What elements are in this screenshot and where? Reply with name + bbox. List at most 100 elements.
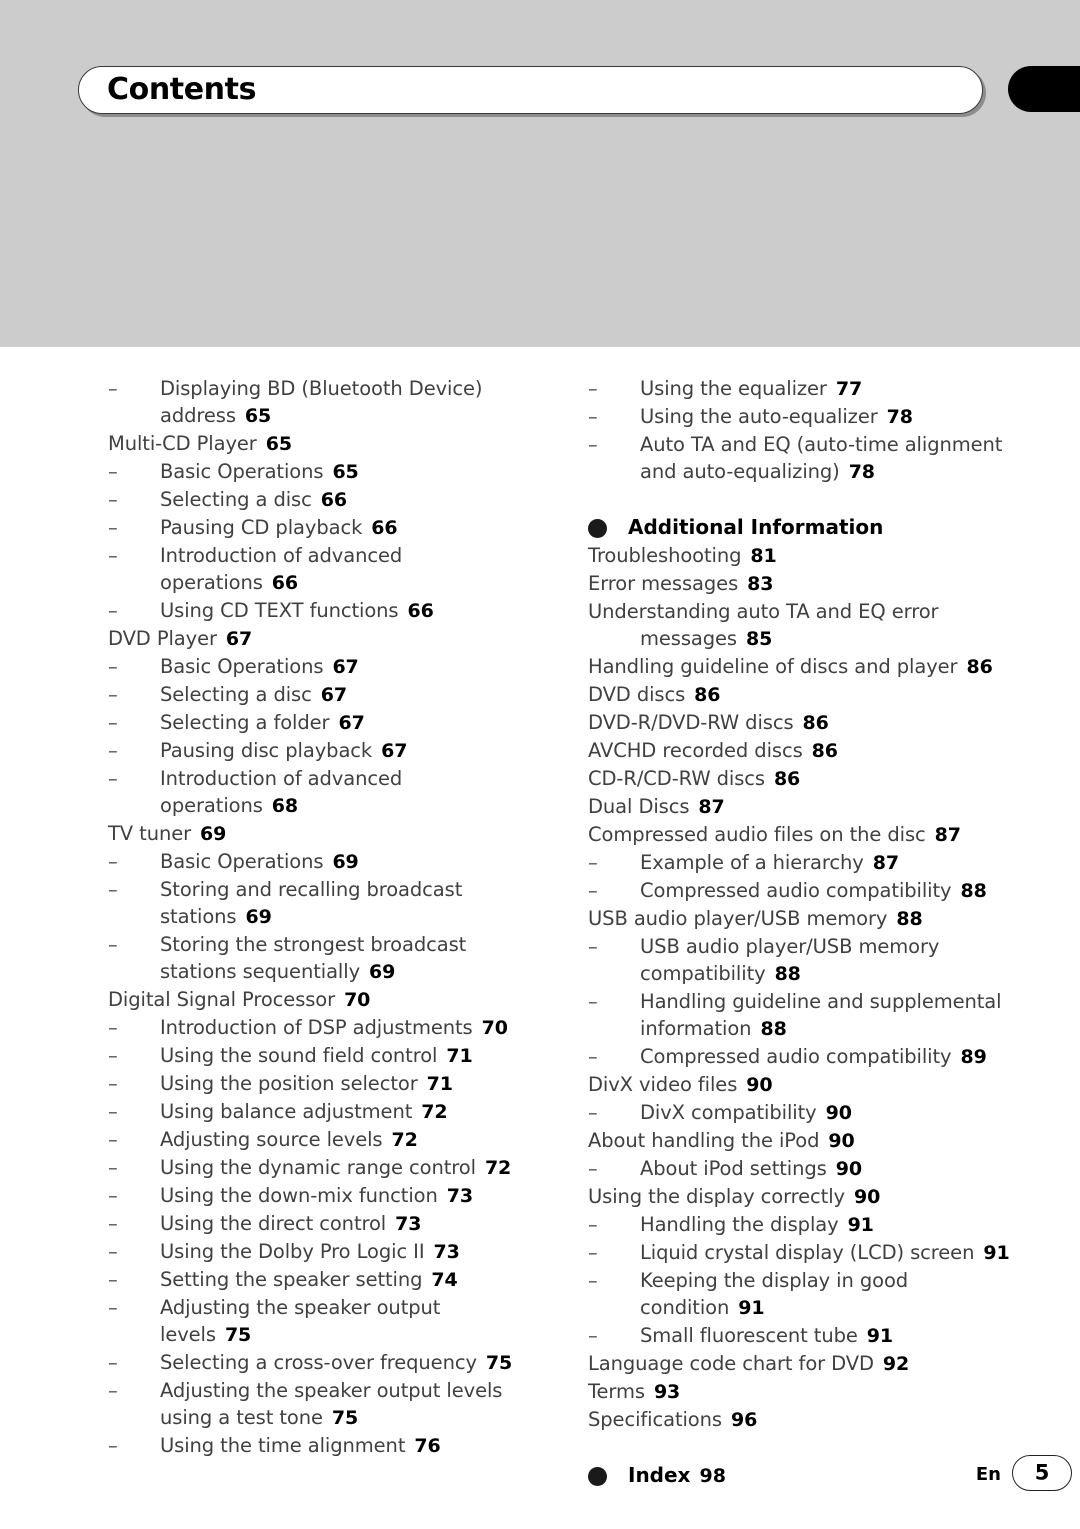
toc-entry-page: 78 [886, 406, 913, 428]
toc-entry: TV tuner 69 [108, 820, 558, 848]
dash-icon: – [108, 1072, 118, 1095]
toc-section-heading: Additional Information [588, 512, 1038, 542]
toc-entry-label: Using the equalizer [640, 377, 827, 400]
toc-entry-label: Basic Operations [160, 460, 324, 483]
toc-entry-page: 65 [244, 405, 272, 427]
toc-entry-label: Using the position selector [160, 1072, 418, 1095]
toc-entry-label: Selecting a disc [160, 488, 312, 511]
toc-sub-entry: – Using CD TEXT functions 66 [108, 597, 558, 625]
toc-entry: DVD Player 67 [108, 625, 558, 653]
toc-entry-page: 70 [344, 989, 371, 1011]
toc-entry-page: 73 [433, 1241, 460, 1263]
toc-entry-label: Using CD TEXT functions [160, 599, 399, 622]
toc-entry-label: DVD discs [588, 683, 686, 706]
toc-entry-label: Storing and recalling broadcast [160, 878, 463, 901]
toc-entry-page: 70 [481, 1017, 508, 1039]
toc-entry-page: 72 [391, 1129, 418, 1151]
toc-entry-label: USB audio player/USB memory [640, 935, 940, 958]
dash-icon: – [108, 739, 118, 762]
toc-entry-continuation: compatibility 88 [588, 960, 1038, 988]
toc-entry-label: TV tuner [108, 822, 192, 845]
toc-sub-entry: – Pausing CD playback 66 [108, 514, 558, 542]
toc-sub-entry: – Using the direct control 73 [108, 1210, 558, 1238]
toc-entry: Troubleshooting 81 [588, 542, 1038, 570]
toc-entry-label: Adjusting the speaker output [160, 1296, 441, 1319]
dash-icon: – [108, 878, 118, 901]
dash-icon: – [588, 935, 598, 958]
toc-entry-page: 86 [694, 684, 721, 706]
toc-entry-continuation: levels 75 [108, 1321, 558, 1349]
toc-entry-label: address [160, 404, 236, 427]
toc-entry-continuation: messages 85 [588, 625, 1038, 653]
toc-sub-entry: – Using the sound field control 71 [108, 1042, 558, 1070]
toc-entry-label: Introduction of DSP adjustments [160, 1016, 473, 1039]
dash-icon: – [588, 377, 598, 400]
dash-icon: – [108, 516, 118, 539]
toc-entry-continuation: stations 69 [108, 903, 558, 931]
toc-entry-label: Pausing CD playback [160, 516, 363, 539]
toc-entry-continuation: using a test tone 75 [108, 1404, 558, 1432]
toc-entry-page: 67 [225, 628, 253, 650]
toc-sub-entry: – Auto TA and EQ (auto-time alignment [588, 431, 1038, 458]
toc-entry-label: DVD Player [108, 627, 217, 650]
dash-icon: – [588, 1157, 598, 1180]
toc-entry-page: 86 [802, 712, 829, 734]
dash-icon: – [588, 433, 598, 456]
toc-sub-entry: – Introduction of advanced [108, 542, 558, 569]
toc-entry-page: 83 [747, 573, 774, 595]
dash-icon: – [108, 1016, 118, 1039]
toc-entry-continuation: stations sequentially 69 [108, 958, 558, 986]
toc-sub-entry: – Liquid crystal display (LCD) screen 91 [588, 1239, 1038, 1267]
toc-entry-page: 91 [866, 1325, 894, 1347]
toc-entry-label: Selecting a folder [160, 711, 330, 734]
toc-entry-page: 81 [750, 545, 777, 567]
dash-icon: – [588, 1213, 598, 1236]
toc-entry-label: and auto-equalizing) [640, 460, 840, 483]
dash-icon: – [108, 460, 118, 483]
dash-icon: – [108, 1379, 118, 1402]
toc-entry: DivX video files 90 [588, 1071, 1038, 1099]
toc-entry-label: Language code chart for DVD [588, 1352, 874, 1375]
toc-entry-continuation: and auto-equalizing) 78 [588, 458, 1038, 486]
dash-icon: – [588, 405, 598, 428]
toc-entry-page: 67 [332, 656, 359, 678]
dash-icon: – [108, 767, 118, 790]
toc-entry: Dual Discs 87 [588, 793, 1038, 821]
toc-entry-page: 85 [746, 628, 773, 650]
toc-entry-page: 92 [882, 1353, 910, 1375]
toc-entry-label: Compressed audio compatibility [640, 1045, 952, 1068]
toc-entry-label: Using the dynamic range control [160, 1156, 476, 1179]
dash-icon: – [108, 1240, 118, 1263]
toc-sub-entry: – Adjusting the speaker output [108, 1294, 558, 1321]
toc-entry-page: 66 [320, 489, 347, 511]
toc-entry-page: 72 [421, 1101, 448, 1123]
toc-sub-entry: – Selecting a disc 66 [108, 486, 558, 514]
toc-sub-entry: – Displaying BD (Bluetooth Device) [108, 375, 558, 402]
toc-entry-label: Basic Operations [160, 655, 324, 678]
toc-entry-label: Handling the display [640, 1213, 839, 1236]
toc-sub-entry: – Handling the display 91 [588, 1211, 1038, 1239]
toc-entry-page: 67 [338, 712, 365, 734]
section-edge-tab-icon [1008, 66, 1080, 112]
toc-entry: Using the display correctly 90 [588, 1183, 1038, 1211]
toc-entry-label: Terms [588, 1380, 645, 1403]
dash-icon: – [108, 655, 118, 678]
page-title-pill: Contents [78, 66, 983, 114]
toc-entry-label: Small fluorescent tube [640, 1324, 858, 1347]
toc-entry-page: 90 [835, 1158, 862, 1180]
toc-entry-label: Using balance adjustment [160, 1100, 413, 1123]
toc-entry: Compressed audio files on the disc 87 [588, 821, 1038, 849]
toc-entry-page: 66 [407, 600, 434, 622]
toc-entry-label: condition [640, 1296, 730, 1319]
toc-entry-page: 69 [200, 823, 227, 845]
toc-entry: Multi-CD Player 65 [108, 430, 558, 458]
footer-page-number: 5 [1034, 1460, 1050, 1485]
dash-icon: – [108, 850, 118, 873]
toc-entry-label: compatibility [640, 962, 766, 985]
toc-entry-label: Basic Operations [160, 850, 324, 873]
toc-entry-page: 89 [960, 1046, 987, 1068]
toc-entry-continuation: operations 68 [108, 792, 558, 820]
toc-entry-page: 87 [872, 852, 899, 874]
toc-entry-continuation: address 65 [108, 402, 558, 430]
toc-sub-entry: – Compressed audio compatibility 88 [588, 877, 1038, 905]
